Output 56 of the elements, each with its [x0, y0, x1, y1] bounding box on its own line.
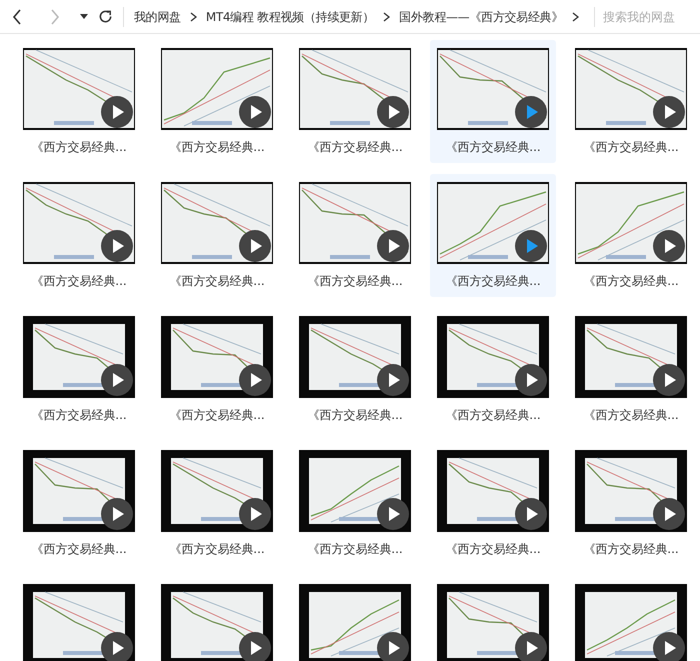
play-icon[interactable]	[515, 230, 547, 262]
video-tile[interactable]: 《西方交易经典...	[430, 174, 556, 297]
file-name: 《西方交易经典...	[169, 273, 265, 290]
file-name: 《西方交易经典...	[31, 541, 127, 558]
file-name: 《西方交易经典...	[307, 541, 403, 558]
file-name: 《西方交易经典...	[31, 273, 127, 290]
chevron-icon	[572, 12, 579, 22]
back-icon[interactable]	[12, 8, 22, 24]
play-icon[interactable]	[101, 230, 133, 262]
file-name: 《西方交易经典...	[169, 541, 265, 558]
file-name: 《西方交易经典...	[307, 273, 403, 290]
file-name: 《西方交易经典...	[445, 273, 541, 290]
play-icon[interactable]	[101, 364, 133, 396]
play-icon[interactable]	[377, 498, 409, 530]
play-icon[interactable]	[653, 364, 685, 396]
file-name: 《西方交易经典...	[583, 273, 679, 290]
play-icon[interactable]	[101, 498, 133, 530]
play-icon[interactable]	[101, 96, 133, 128]
play-icon[interactable]	[653, 632, 685, 661]
chevron-icon	[190, 12, 197, 22]
play-icon[interactable]	[653, 230, 685, 262]
video-tile[interactable]: 《西方交易经典...	[430, 40, 556, 163]
file-name: 《西方交易经典...	[445, 139, 541, 156]
play-icon[interactable]	[239, 96, 271, 128]
file-name: 《西方交易经典...	[445, 407, 541, 424]
play-icon[interactable]	[377, 230, 409, 262]
file-name: 《西方交易经典...	[307, 407, 403, 424]
file-name: 《西方交易经典...	[583, 541, 679, 558]
play-icon[interactable]	[239, 498, 271, 530]
play-icon[interactable]	[377, 632, 409, 661]
play-icon[interactable]	[653, 498, 685, 530]
play-icon[interactable]	[239, 632, 271, 661]
play-icon[interactable]	[377, 96, 409, 128]
play-icon[interactable]	[515, 96, 547, 128]
caret-icon[interactable]	[80, 14, 88, 19]
file-name: 《西方交易经典...	[307, 139, 403, 156]
breadcrumb-link[interactable]: 国外教程——《西方交易经典》	[399, 8, 563, 26]
play-icon[interactable]	[101, 632, 133, 661]
play-icon[interactable]	[239, 364, 271, 396]
file-name: 《西方交易经典...	[31, 407, 127, 424]
play-icon[interactable]	[377, 364, 409, 396]
breadcrumb-link[interactable]: 我的网盘	[134, 8, 181, 26]
play-icon[interactable]	[239, 230, 271, 262]
file-name: 《西方交易经典...	[583, 407, 679, 424]
file-name: 《西方交易经典...	[169, 139, 265, 156]
play-icon[interactable]	[515, 632, 547, 661]
breadcrumb-link[interactable]: MT4编程 教程视频（持续更新）	[206, 8, 374, 26]
play-icon[interactable]	[515, 498, 547, 530]
refresh-icon[interactable]	[98, 9, 113, 24]
play-icon[interactable]	[653, 96, 685, 128]
file-name: 《西方交易经典...	[583, 139, 679, 156]
chevron-icon	[383, 12, 390, 22]
file-name: 《西方交易经典...	[445, 541, 541, 558]
play-icon[interactable]	[515, 364, 547, 396]
file-name: 《西方交易经典...	[31, 139, 127, 156]
file-name: 《西方交易经典...	[169, 407, 265, 424]
